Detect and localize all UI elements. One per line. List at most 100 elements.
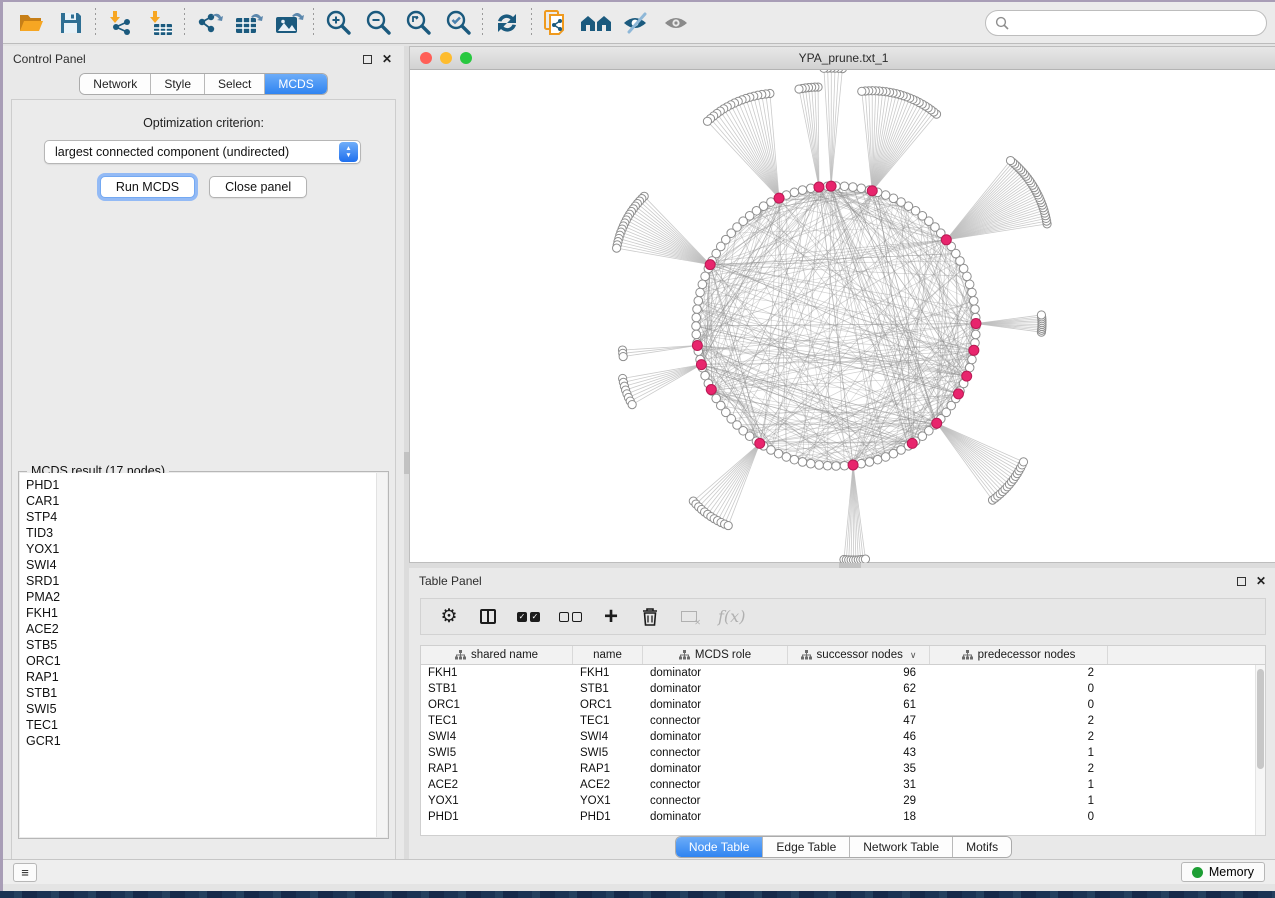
column-header-successor-nodes[interactable]: successor nodes∨ <box>788 646 930 664</box>
network-node[interactable] <box>798 186 807 195</box>
mcds-hub-node[interactable] <box>755 438 765 448</box>
zoom-out-button[interactable] <box>358 5 398 41</box>
clone-network-button[interactable] <box>536 5 576 41</box>
mcds-result-item[interactable]: PMA2 <box>26 589 387 605</box>
column-header-MCDS-role[interactable]: MCDS role <box>643 646 788 664</box>
network-leaf-node[interactable] <box>795 85 803 93</box>
float-panel-icon[interactable] <box>1237 577 1246 586</box>
first-neighbors-button[interactable] <box>576 5 616 41</box>
network-leaf-node[interactable] <box>1037 311 1045 319</box>
table-row[interactable]: PHD1PHD1dominator180 <box>421 809 1265 825</box>
network-node[interactable] <box>790 188 799 197</box>
hide-selected-button[interactable] <box>616 5 656 41</box>
network-node[interactable] <box>963 272 972 281</box>
mcds-result-item[interactable]: ACE2 <box>26 621 387 637</box>
network-node[interactable] <box>815 461 824 470</box>
network-leaf-node[interactable] <box>628 400 636 408</box>
table-row[interactable]: FKH1FKH1dominator962 <box>421 665 1265 681</box>
show-all-button[interactable] <box>656 5 696 41</box>
mcds-result-item[interactable]: STP4 <box>26 509 387 525</box>
close-panel-icon[interactable]: ✕ <box>1256 577 1266 586</box>
unselect-all-icon[interactable] <box>559 605 582 629</box>
tab-node-table[interactable]: Node Table <box>676 837 764 857</box>
zoom-fit-button[interactable] <box>398 5 438 41</box>
float-panel-icon[interactable] <box>363 55 372 64</box>
network-node[interactable] <box>840 182 849 191</box>
table-row[interactable]: TEC1TEC1connector472 <box>421 713 1265 729</box>
memory-button[interactable]: Memory <box>1181 862 1265 882</box>
mcds-hub-node[interactable] <box>969 345 979 355</box>
save-session-button[interactable] <box>51 5 91 41</box>
network-node[interactable] <box>693 305 702 314</box>
mcds-hub-node[interactable] <box>814 182 824 192</box>
import-table-button[interactable] <box>140 5 180 41</box>
network-leaf-node[interactable] <box>1019 458 1027 466</box>
network-node[interactable] <box>798 458 807 467</box>
mcds-result-item[interactable]: FKH1 <box>26 605 387 621</box>
table-row[interactable]: SWI4SWI4dominator462 <box>421 729 1265 745</box>
network-node[interactable] <box>692 322 701 331</box>
export-table-button[interactable] <box>229 5 269 41</box>
table-row[interactable]: ORC1ORC1dominator610 <box>421 697 1265 713</box>
mcds-result-item[interactable]: GCR1 <box>26 733 387 749</box>
mcds-hub-node[interactable] <box>953 389 963 399</box>
mcds-result-item[interactable]: STB5 <box>26 637 387 653</box>
network-node[interactable] <box>971 305 980 314</box>
tab-edge-table[interactable]: Edge Table <box>763 837 850 857</box>
network-node[interactable] <box>873 455 882 464</box>
optimization-criterion-select[interactable]: largest connected component (undirected)… <box>44 140 361 164</box>
mcds-hub-node[interactable] <box>962 371 972 381</box>
tab-motifs[interactable]: Motifs <box>953 837 1011 857</box>
table-row[interactable]: ACE2ACE2connector311 <box>421 777 1265 793</box>
mcds-hub-node[interactable] <box>907 438 917 448</box>
table-scrollbar-thumb[interactable] <box>1257 669 1264 769</box>
network-node[interactable] <box>881 453 890 462</box>
gear-icon[interactable]: ⚙ <box>439 605 459 629</box>
mcds-hub-node[interactable] <box>867 186 877 196</box>
export-network-button[interactable] <box>189 5 229 41</box>
network-node[interactable] <box>840 461 849 470</box>
network-leaf-node[interactable] <box>703 117 711 125</box>
network-node[interactable] <box>889 194 898 203</box>
zoom-in-button[interactable] <box>318 5 358 41</box>
network-node[interactable] <box>969 296 978 305</box>
table-row[interactable]: STB1STB1dominator620 <box>421 681 1265 697</box>
network-leaf-node[interactable] <box>858 87 866 95</box>
column-header-predecessor-nodes[interactable]: predecessor nodes <box>930 646 1108 664</box>
network-node[interactable] <box>694 296 703 305</box>
mcds-hub-node[interactable] <box>774 193 784 203</box>
zoom-selected-button[interactable] <box>438 5 478 41</box>
network-leaf-node[interactable] <box>1006 156 1014 164</box>
refresh-button[interactable] <box>487 5 527 41</box>
network-window-titlebar[interactable]: YPA_prune.txt_1 <box>410 47 1275 70</box>
network-node[interactable] <box>782 453 791 462</box>
table-scrollbar[interactable] <box>1255 665 1265 835</box>
select-all-icon[interactable]: ✓✓ <box>517 605 540 629</box>
search-input[interactable] <box>1014 16 1257 30</box>
tab-network-table[interactable]: Network Table <box>850 837 953 857</box>
table-row[interactable]: RAP1RAP1dominator352 <box>421 761 1265 777</box>
mcds-result-item[interactable]: SRD1 <box>26 573 387 589</box>
mcds-hub-node[interactable] <box>971 319 981 329</box>
network-node[interactable] <box>968 355 977 364</box>
mcds-hub-node[interactable] <box>932 418 942 428</box>
mcds-hub-node[interactable] <box>941 235 951 245</box>
mcds-result-item[interactable]: TID3 <box>26 525 387 541</box>
tab-mcds[interactable]: MCDS <box>265 74 326 94</box>
network-node[interactable] <box>692 330 701 339</box>
tab-select[interactable]: Select <box>205 74 265 94</box>
network-node[interactable] <box>774 449 783 458</box>
column-header-name[interactable]: name <box>573 646 643 664</box>
mcds-result-item[interactable]: CAR1 <box>26 493 387 509</box>
network-leaf-node[interactable] <box>724 521 732 529</box>
mcds-result-item[interactable]: YOX1 <box>26 541 387 557</box>
network-node[interactable] <box>968 288 977 297</box>
mcds-hub-node[interactable] <box>692 340 702 350</box>
mcds-hub-node[interactable] <box>848 460 858 470</box>
close-panel-icon[interactable]: ✕ <box>382 55 392 64</box>
mcds-result-item[interactable]: SWI5 <box>26 701 387 717</box>
network-node[interactable] <box>696 288 705 297</box>
network-node[interactable] <box>849 183 858 192</box>
network-leaf-node[interactable] <box>861 555 869 563</box>
network-leaf-node[interactable] <box>619 352 627 360</box>
